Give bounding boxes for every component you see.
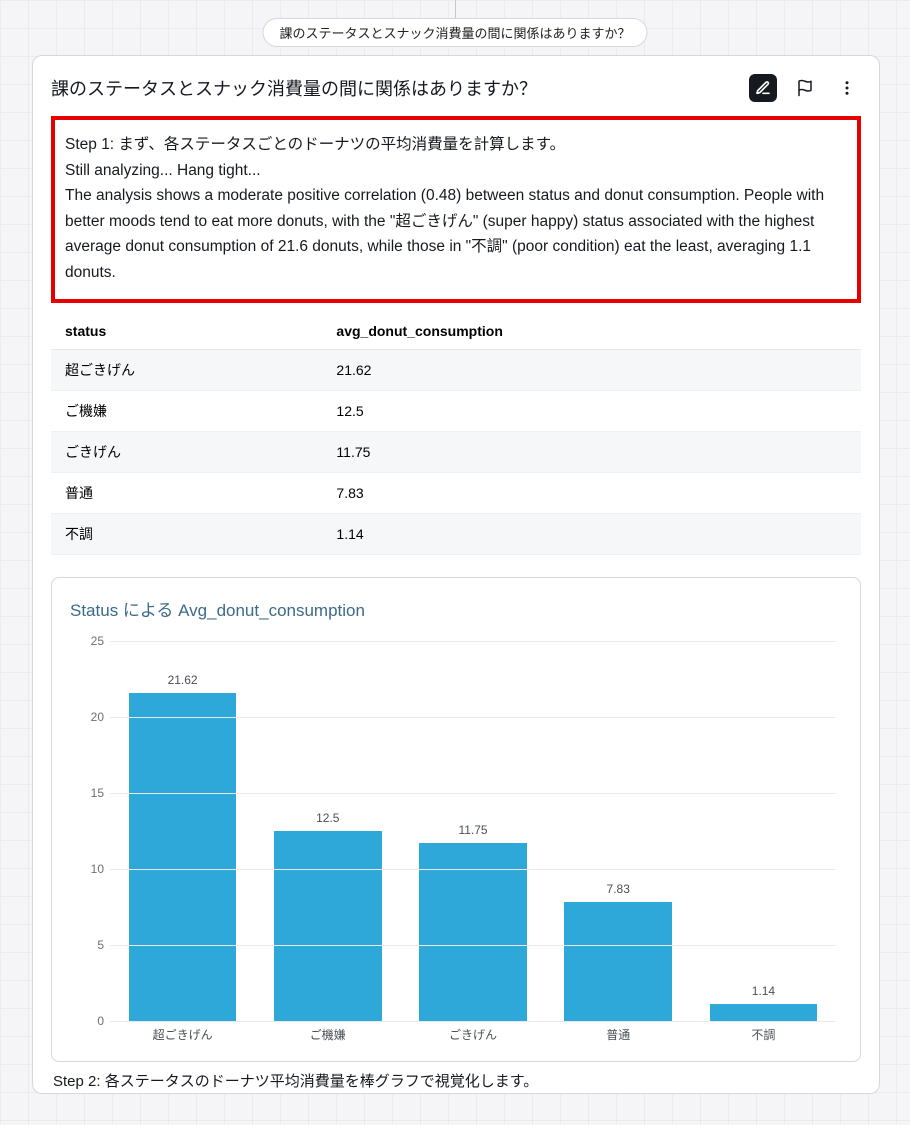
- cell-status: ご機嫌: [51, 391, 322, 432]
- chart-gridline: [110, 869, 836, 870]
- table-row: 不調 1.14: [51, 514, 861, 555]
- chart-gridline: [110, 641, 836, 642]
- chart-bar[interactable]: [564, 902, 671, 1021]
- cell-value: 1.14: [322, 514, 861, 555]
- chart-bar-slot: 11.75ごきげん: [400, 641, 545, 1021]
- breadcrumb-pill[interactable]: 課のステータスとスナック消費量の間に関係はありますか？: [262, 18, 647, 47]
- node-connector: [455, 0, 456, 18]
- analysis-line-2: Still analyzing... Hang tight...: [65, 158, 847, 184]
- cell-value: 7.83: [322, 473, 861, 514]
- cell-status: 普通: [51, 473, 322, 514]
- chart-title: Status による Avg_donut_consumption: [70, 596, 842, 621]
- edit-icon[interactable]: [749, 74, 777, 102]
- chart-ytick: 0: [76, 1014, 104, 1028]
- chart-bar[interactable]: [710, 1004, 817, 1021]
- cell-value: 21.62: [322, 350, 861, 391]
- chart-bars: 21.62超ごきげん12.5ご機嫌11.75ごきげん7.83普通1.14不調: [110, 641, 836, 1021]
- chart-bar-value-label: 1.14: [752, 984, 775, 998]
- header-actions: [749, 74, 861, 102]
- chart-card: Status による Avg_donut_consumption 21.62超ご…: [51, 577, 861, 1062]
- cell-value: 11.75: [322, 432, 861, 473]
- chart-xtick: 普通: [606, 1026, 630, 1043]
- table-header-value: avg_donut_consumption: [322, 313, 861, 350]
- table-row: 普通 7.83: [51, 473, 861, 514]
- analysis-line-1: Step 1: まず、各ステータスごとのドーナツの平均消費量を計算します。: [65, 132, 847, 158]
- result-table: status avg_donut_consumption 超ごきげん 21.62…: [51, 313, 861, 555]
- chart-bar-value-label: 21.62: [168, 673, 198, 687]
- chart-ytick: 15: [76, 786, 104, 800]
- chart-bar-slot: 7.83普通: [546, 641, 691, 1021]
- step-2-text: Step 2: 各ステータスのドーナツ平均消費量を棒グラフで視覚化します。: [51, 1070, 861, 1091]
- cell-status: 不調: [51, 514, 322, 555]
- more-icon[interactable]: [833, 74, 861, 102]
- chart-gridline: [110, 1021, 836, 1022]
- analysis-card: 課のステータスとスナック消費量の間に関係はありますか？ Step 1: まず、各…: [32, 55, 880, 1094]
- chart-bar[interactable]: [129, 693, 236, 1022]
- table-row: ごきげん 11.75: [51, 432, 861, 473]
- chart-gridline: [110, 793, 836, 794]
- card-title: 課のステータスとスナック消費量の間に関係はありますか？: [51, 75, 537, 101]
- chart-xtick: 不調: [751, 1026, 775, 1043]
- chart-bar[interactable]: [274, 831, 381, 1021]
- cell-value: 12.5: [322, 391, 861, 432]
- chart-gridline: [110, 717, 836, 718]
- chart-plot: 21.62超ごきげん12.5ご機嫌11.75ごきげん7.83普通1.14不調 0…: [110, 641, 836, 1021]
- chart-ytick: 5: [76, 938, 104, 952]
- breadcrumb-text: 課のステータスとスナック消費量の間に関係はありますか？: [279, 26, 630, 41]
- chart-xtick: ご機嫌: [310, 1026, 346, 1043]
- chart-bar-slot: 12.5ご機嫌: [255, 641, 400, 1021]
- chart-bar-value-label: 12.5: [316, 811, 339, 825]
- cell-status: 超ごきげん: [51, 350, 322, 391]
- chart-bar-value-label: 7.83: [607, 882, 630, 896]
- flag-icon[interactable]: [791, 74, 819, 102]
- chart-xtick: ごきげん: [449, 1026, 497, 1043]
- chart-xtick: 超ごきげん: [153, 1026, 213, 1043]
- chart-bar-slot: 1.14不調: [691, 641, 836, 1021]
- chart-ytick: 20: [76, 710, 104, 724]
- chart-ytick: 10: [76, 862, 104, 876]
- chart-area: 21.62超ごきげん12.5ご機嫌11.75ごきげん7.83普通1.14不調 0…: [70, 631, 842, 1051]
- chart-ytick: 25: [76, 634, 104, 648]
- analysis-highlight-box: Step 1: まず、各ステータスごとのドーナツの平均消費量を計算します。 St…: [51, 116, 861, 303]
- chart-gridline: [110, 945, 836, 946]
- analysis-line-3: The analysis shows a moderate positive c…: [65, 183, 847, 285]
- cell-status: ごきげん: [51, 432, 322, 473]
- table-header-status: status: [51, 313, 322, 350]
- table-row: ご機嫌 12.5: [51, 391, 861, 432]
- chart-bar-slot: 21.62超ごきげん: [110, 641, 255, 1021]
- table-row: 超ごきげん 21.62: [51, 350, 861, 391]
- chart-bar-value-label: 11.75: [458, 823, 487, 837]
- card-header: 課のステータスとスナック消費量の間に関係はありますか？: [51, 74, 861, 102]
